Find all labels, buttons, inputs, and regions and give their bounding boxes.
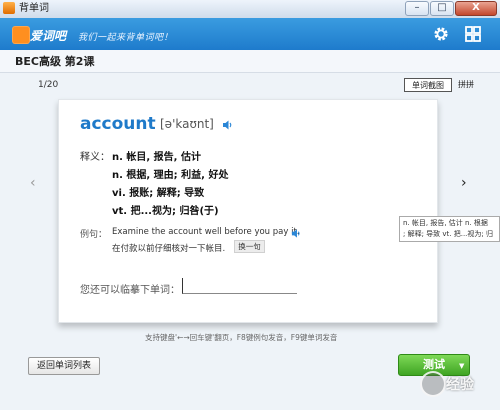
gear-icon[interactable] (432, 25, 450, 43)
phonetic: [ə'kaʊnt] (160, 117, 214, 131)
word-text: account (80, 114, 156, 134)
chevron-down-icon[interactable]: ▼ (459, 362, 464, 370)
back-to-list-button[interactable]: 返回单词列表 (28, 357, 100, 375)
slogan: 我们一起来背单词吧！ (78, 33, 174, 43)
view-mode-button-a[interactable]: 单词截图 (404, 78, 452, 92)
next-arrow-icon[interactable]: › (461, 175, 467, 191)
logo-text: 爱词吧 (30, 29, 67, 43)
definition-line: n. 根据, 理由; 利益, 好处 (112, 170, 229, 181)
tooltip-line: n. 帐目, 报告, 估计 n. 根据 (403, 219, 488, 227)
close-button[interactable]: X (455, 1, 497, 16)
maximize-button[interactable]: □ (430, 1, 454, 16)
example-english: Examine the account well before you pay … (112, 227, 300, 237)
next-sentence-button[interactable]: 换一句 (234, 240, 265, 253)
minimize-button[interactable]: – (405, 1, 429, 16)
example-label: 例句： (80, 230, 108, 240)
keyboard-hint: 支持键盘'←→回车键'翻页，F8键例句发音，F9键单词发音 (145, 333, 338, 342)
logo-icon (12, 26, 30, 44)
definition-line: n. 帐目, 报告, 估计 (112, 152, 201, 163)
definition-line: vi. 报账; 解释; 导致 (112, 188, 205, 199)
definition-label: 释义： (80, 152, 110, 163)
watermark-logo (420, 371, 446, 397)
speaker-icon[interactable] (291, 228, 302, 239)
word-counter: 1/20 (38, 80, 59, 90)
window-title: 背单词 (19, 3, 49, 14)
app-header (0, 18, 500, 50)
tooltip-line: ; 解释; 导致 vt. 把...视为; 归 (403, 230, 493, 238)
watermark-text: 经验 (446, 377, 474, 393)
definition-line: vt. 把...视为; 归咎(于) (112, 206, 219, 217)
write-label: 您还可以临摹下单词： (80, 285, 180, 296)
write-input[interactable] (182, 278, 297, 294)
speaker-icon[interactable] (222, 119, 234, 131)
app-icon (3, 2, 15, 14)
prev-arrow-icon[interactable]: ‹ (30, 175, 36, 191)
definition-tooltip: n. 帐目, 报告, 估计 n. 根据 ; 解释; 导致 vt. 把...视为;… (399, 216, 500, 242)
view-mode-button-b[interactable]: 拼拼 (458, 78, 474, 92)
book-title: BEC高级 第2课 (15, 55, 95, 68)
grid-icon[interactable] (465, 26, 481, 42)
example-chinese: 在付款以前仔细核对一下帐目. (112, 244, 226, 254)
